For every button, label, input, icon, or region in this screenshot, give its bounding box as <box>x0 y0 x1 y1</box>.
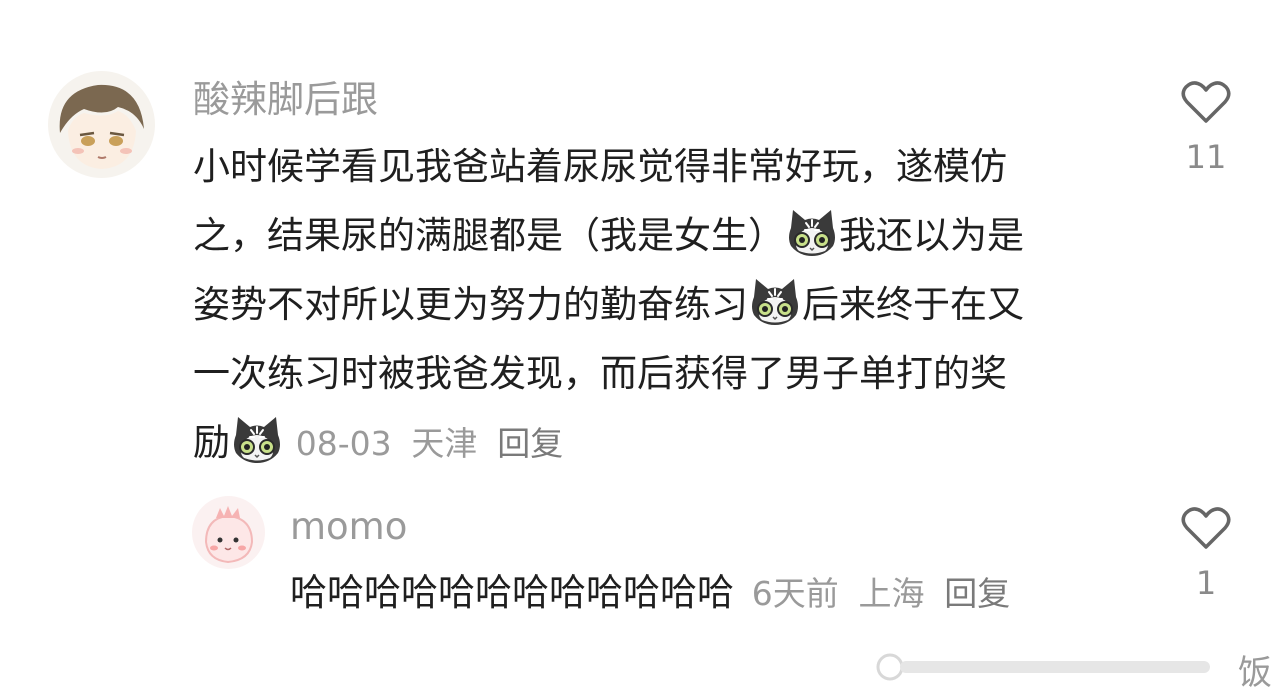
like-button[interactable]: 11 <box>1176 80 1236 176</box>
comment-location: 上海 <box>858 574 925 613</box>
comment-line-text: 我还以为是 <box>839 214 1024 257</box>
username[interactable]: 酸辣脚后跟 <box>193 78 378 122</box>
watermark-logo-icon <box>876 653 1210 681</box>
avatar[interactable] <box>192 496 265 569</box>
like-count: 11 <box>1185 138 1227 176</box>
comment-location: 天津 <box>411 424 478 463</box>
comment-line: 之，结果尿的满腿都是（我是女生） 我还以为是 <box>193 201 1143 270</box>
comment-line: 励 08-03 天津 回复 <box>193 408 1143 478</box>
username[interactable]: momo <box>290 505 407 549</box>
watermark-text: 饭 <box>1238 653 1272 693</box>
comment-text: 哈哈哈哈哈哈哈哈哈哈哈哈 6天前 上海 回复 <box>290 559 1150 628</box>
cat-face-emoji-icon <box>748 277 802 327</box>
comment-line: 小时候学看见我爸站着尿尿觉得非常好玩，遂模仿 <box>193 145 1007 188</box>
heart-icon <box>1181 80 1231 124</box>
comment-line-text: 之，结果尿的满腿都是（我是女生） <box>193 214 785 257</box>
avatar[interactable] <box>48 71 155 178</box>
comment-line-text: 哈哈哈哈哈哈哈哈哈哈哈哈 <box>290 571 734 614</box>
comment-date: 08-03 <box>295 424 392 463</box>
comment-line: 一次练习时被我爸发现，而后获得了男子单打的奖 <box>193 352 1007 395</box>
cat-face-emoji-icon <box>230 415 284 465</box>
comment-date: 6天前 <box>751 574 839 613</box>
comment-line: 姿势不对所以更为努力的勤奋练习 后来终于在又 <box>193 270 1143 339</box>
watermark: 饭 <box>864 641 1284 693</box>
reply-button[interactable]: 回复 <box>497 424 563 463</box>
cat-face-emoji-icon <box>785 208 839 258</box>
comment-text: 小时候学看见我爸站着尿尿觉得非常好玩，遂模仿 之，结果尿的满腿都是（我是女生） 我… <box>193 132 1143 478</box>
reply-button[interactable]: 回复 <box>944 574 1010 613</box>
like-count: 1 <box>1195 564 1217 602</box>
comment-line-text: 励 <box>193 421 230 464</box>
comment-line-text: 姿势不对所以更为努力的勤奋练习 <box>193 283 748 326</box>
comment-line-text: 后来终于在又 <box>802 283 1024 326</box>
like-button[interactable]: 1 <box>1176 506 1236 602</box>
heart-icon <box>1181 506 1231 550</box>
